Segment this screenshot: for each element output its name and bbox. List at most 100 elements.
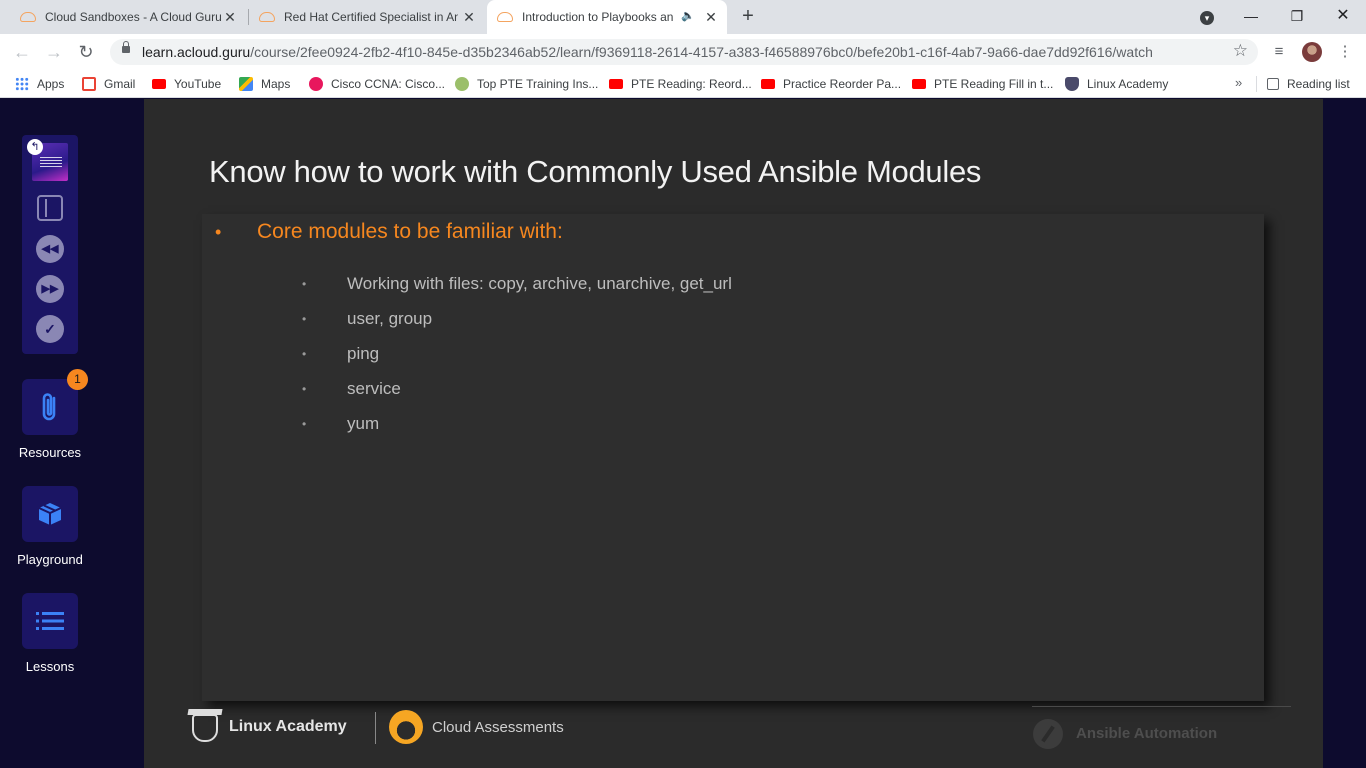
reading-list-icon xyxy=(1267,78,1279,90)
footer-rule xyxy=(1032,706,1291,707)
tab-title: Red Hat Certified Specialist in An xyxy=(284,10,458,24)
list-item: • service xyxy=(302,371,732,406)
toggle-sidebar-icon[interactable] xyxy=(37,195,63,221)
bookmark-label: Linux Academy xyxy=(1087,77,1169,91)
slide-footer: Linux Academy Cloud Assessments Ansible … xyxy=(144,704,1323,768)
ansible-automation-brand: Ansible Automation xyxy=(1076,725,1218,742)
bookmark-youtube[interactable]: YouTube xyxy=(152,76,221,92)
cloud-assessments-brand: Cloud Assessments xyxy=(432,719,564,736)
tab-title: Introduction to Playbooks an xyxy=(522,10,674,24)
close-tab-icon[interactable]: ✕ xyxy=(703,9,719,25)
audio-playing-icon[interactable]: 🔈 xyxy=(681,9,695,22)
list-item-text: Working with files: copy, archive, unarc… xyxy=(347,273,732,293)
slide-title: Know how to work with Commonly Used Ansi… xyxy=(209,154,982,189)
cloud-assessments-logo-icon xyxy=(389,710,423,744)
back-icon[interactable]: ← xyxy=(12,42,32,62)
left-rail: ↰ ◀◀ ▶▶ ✓ 1 Resources Playground Lessons xyxy=(0,99,100,768)
bookmark-label: Apps xyxy=(37,77,65,91)
bookmark-maps[interactable]: Maps xyxy=(239,76,290,92)
bookmark-label: PTE Reading: Reord... xyxy=(631,77,752,91)
bullet-dot: • xyxy=(302,276,307,291)
profile-avatar[interactable] xyxy=(1302,42,1322,62)
rewind-icon[interactable]: ◀◀ xyxy=(36,235,64,263)
module-list: • Working with files: copy, archive, unar… xyxy=(302,266,732,441)
acloudguru-cloud-icon xyxy=(497,12,513,22)
list-item-text: yum xyxy=(347,413,380,433)
bullet-dot: • xyxy=(302,346,307,361)
more-bookmarks-button[interactable]: » xyxy=(1235,75,1242,90)
more-menu-icon[interactable]: ⋮ xyxy=(1336,43,1354,61)
bullet-dot: • xyxy=(215,221,222,242)
bookmark-cisco[interactable]: Cisco CCNA: Cisco... xyxy=(309,76,445,92)
close-window-icon[interactable]: ✕ xyxy=(1328,4,1358,28)
course-player-page: ↰ ◀◀ ▶▶ ✓ 1 Resources Playground Lessons… xyxy=(0,99,1366,768)
paperclip-icon xyxy=(42,393,56,421)
close-tab-icon[interactable]: ✕ xyxy=(461,9,477,25)
bookmark-apps[interactable]: Apps xyxy=(15,76,64,92)
tab-cloud-sandboxes[interactable]: Cloud Sandboxes - A Cloud Guru ✕ xyxy=(20,0,246,34)
reading-list-button[interactable]: Reading list xyxy=(1267,76,1350,92)
check-mark-icon[interactable]: ✓ xyxy=(36,315,64,343)
tab-title: Cloud Sandboxes - A Cloud Guru xyxy=(45,10,222,24)
tab-separator xyxy=(248,9,249,25)
resources-label[interactable]: Resources xyxy=(0,445,100,460)
new-tab-button[interactable]: + xyxy=(738,6,758,26)
bookmark-label: PTE Reading Fill in t... xyxy=(934,77,1054,91)
lock-icon[interactable] xyxy=(122,41,130,53)
player-controls: ↰ ◀◀ ▶▶ ✓ xyxy=(22,135,78,354)
linux-academy-icon xyxy=(1065,77,1079,91)
tab-red-hat[interactable]: Red Hat Certified Specialist in An ✕ xyxy=(259,0,485,34)
bullet-dot: • xyxy=(302,416,307,431)
reading-list-label: Reading list xyxy=(1287,77,1350,91)
youtube-icon xyxy=(609,79,623,89)
resources-count-badge: 1 xyxy=(67,369,88,390)
bookmark-label: Practice Reorder Pa... xyxy=(783,77,902,91)
media-control-icon[interactable]: ≡ xyxy=(1270,43,1288,61)
bookmark-pte-training[interactable]: Top PTE Training Ins... xyxy=(455,76,598,92)
bookmark-pte-reading[interactable]: PTE Reading: Reord... xyxy=(609,76,752,92)
back-arrow-icon[interactable]: ↰ xyxy=(27,139,43,155)
youtube-icon xyxy=(761,79,775,89)
bookmarks-bar: Apps Gmail YouTube Maps Cisco CCNA: Cisc… xyxy=(0,70,1366,98)
course-thumbnail[interactable]: ↰ xyxy=(27,139,68,181)
tab-introduction-playbooks[interactable]: Introduction to Playbooks an 🔈 ✕ xyxy=(487,0,727,34)
bookmark-star-icon[interactable]: ☆ xyxy=(1233,41,1248,61)
list-item: • yum xyxy=(302,406,732,441)
lessons-button[interactable] xyxy=(22,593,78,649)
gmail-icon xyxy=(82,77,96,91)
maximize-icon[interactable]: ❐ xyxy=(1282,4,1312,28)
bookmark-pte-fill[interactable]: PTE Reading Fill in t... xyxy=(912,76,1053,92)
forward-icon[interactable]: → xyxy=(44,42,64,62)
bookmark-linux-academy[interactable]: Linux Academy xyxy=(1065,76,1168,92)
close-tab-icon[interactable]: ✕ xyxy=(222,9,238,25)
lessons-label[interactable]: Lessons xyxy=(0,659,100,674)
tab-strip: Cloud Sandboxes - A Cloud Guru ✕ Red Hat… xyxy=(0,0,1366,34)
list-item: • Working with files: copy, archive, unar… xyxy=(302,266,732,301)
playground-label[interactable]: Playground xyxy=(0,552,100,567)
list-item-text: service xyxy=(347,378,401,398)
linux-academy-brand: Linux Academy xyxy=(229,718,347,735)
url-text[interactable]: learn.acloud.guru/course/2fee0924-2fb2-4… xyxy=(142,44,1153,60)
playground-button[interactable] xyxy=(22,486,78,542)
reload-icon[interactable]: ↻ xyxy=(76,42,96,62)
apps-grid-icon xyxy=(15,77,29,91)
bookmark-label: Top PTE Training Ins... xyxy=(477,77,599,91)
video-frame[interactable]: Know how to work with Commonly Used Ansi… xyxy=(144,99,1323,768)
acloudguru-cloud-icon xyxy=(20,12,36,22)
bookmark-gmail[interactable]: Gmail xyxy=(82,76,135,92)
acloudguru-cloud-icon xyxy=(259,12,275,22)
bookmark-practice-reorder[interactable]: Practice Reorder Pa... xyxy=(761,76,901,92)
address-bar[interactable]: learn.acloud.guru/course/2fee0924-2fb2-4… xyxy=(110,39,1258,65)
minimize-icon[interactable]: — xyxy=(1236,4,1266,28)
footer-divider xyxy=(375,712,376,744)
linux-academy-owl-icon xyxy=(192,714,218,742)
thumbnail-text-lines xyxy=(40,157,62,167)
bookmark-separator xyxy=(1256,76,1257,92)
slide-content-panel: • Core modules to be familiar with: • Wor… xyxy=(202,214,1264,701)
url-domain: learn.acloud.guru xyxy=(142,44,251,60)
pte-icon xyxy=(455,77,469,91)
bookmark-label: Maps xyxy=(261,77,291,91)
tab-search-icon[interactable]: ▾ xyxy=(1192,4,1222,28)
cube-icon xyxy=(38,503,62,525)
fast-forward-icon[interactable]: ▶▶ xyxy=(36,275,64,303)
